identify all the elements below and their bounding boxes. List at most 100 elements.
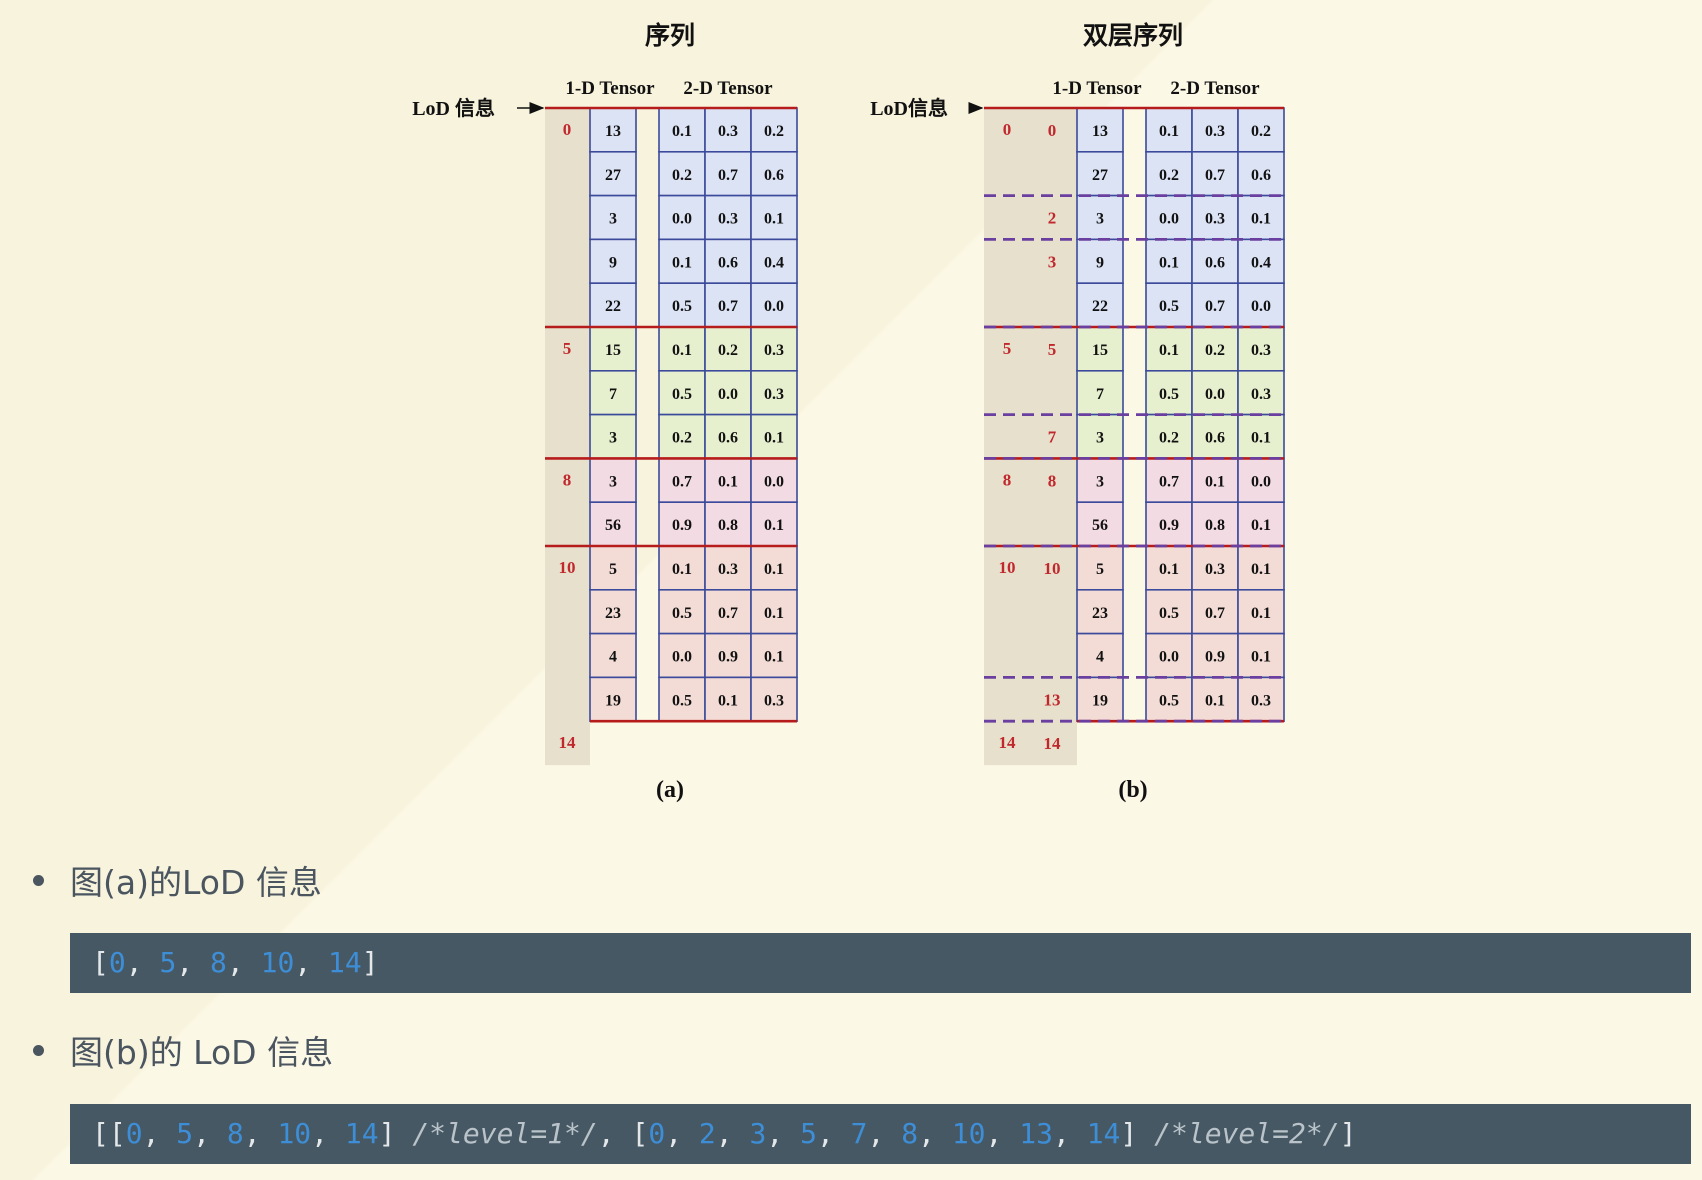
tensor-2d-value: 0.6 [718, 430, 738, 447]
code-number: 10 [277, 1117, 312, 1150]
tensor-1d-value: 27 [605, 167, 621, 184]
tensor-1d-value: 23 [1092, 605, 1108, 622]
tensor-1d-value: 4 [609, 649, 617, 666]
tensor-2d-value: 0.5 [1159, 692, 1179, 709]
lod-level2-offset: 7 [1048, 428, 1057, 447]
tensor-2d-value: 0.7 [1159, 473, 1179, 490]
tensor-1d-value: 3 [1096, 473, 1104, 490]
tensor-1d-value: 22 [605, 298, 621, 315]
tensor-2d-value: 0.1 [1159, 123, 1179, 140]
tensor-2d-value: 0.3 [718, 123, 738, 140]
tensor-2d-value: 0.8 [1205, 517, 1225, 534]
tensor-2d-value: 0.3 [764, 342, 784, 359]
tensor-2d-value: 0.3 [718, 561, 738, 578]
lod-column [545, 108, 590, 766]
lod-level1-offset: 14 [999, 733, 1017, 752]
tensor-2d-value: 0.1 [1251, 561, 1271, 578]
tensor-1d-value: 15 [605, 342, 621, 359]
lod-level1-offset: 8 [1003, 470, 1012, 489]
tensor-2d-value: 0.7 [1205, 605, 1225, 622]
tensor-1d-value: 5 [1096, 561, 1104, 578]
tensor-2d-value: 0.1 [1251, 605, 1271, 622]
tensor-2d-value: 0.3 [1251, 342, 1271, 359]
panel-caption: (b) [1118, 777, 1147, 803]
code-number: 14 [328, 946, 362, 979]
lod-offset: 10 [559, 558, 576, 577]
code-number: 13 [1019, 1117, 1053, 1150]
col1-header: 1-D Tensor [565, 78, 655, 99]
tensor-2d-value: 0.0 [672, 211, 692, 228]
col1-header: 1-D Tensor [1052, 78, 1142, 99]
tensor-1d-value: 19 [1092, 692, 1108, 709]
code-number: 5 [159, 946, 177, 979]
tensor-2d-value: 0.8 [718, 517, 738, 534]
bullet-dot-b [33, 1045, 44, 1056]
tensor-2d-value: 0.5 [672, 692, 692, 709]
lod-b-label: 图(b)的 LoD 信息 [70, 1033, 334, 1072]
code-number: 8 [226, 1117, 244, 1150]
panel-a-sequence: 序列 1-D Tensor 2-D Tensor (a) LoD 信息 13 0.1 0.3 0… [412, 21, 798, 803]
lod-level2-offset: 2 [1048, 209, 1057, 228]
code-comment: /*level=1*/ [412, 1117, 598, 1150]
tensor-2d-value: 0.0 [764, 473, 784, 490]
tensor-2d-value: 0.1 [1159, 254, 1179, 271]
tensor-2d-value: 0.5 [672, 605, 692, 622]
tensor-2d-value: 0.2 [1159, 167, 1179, 184]
tensor-2d-value: 0.0 [1251, 298, 1271, 315]
lod-level2-offset: 14 [1044, 734, 1062, 753]
tensor-1d-value: 7 [609, 386, 617, 403]
code-number: 3 [749, 1117, 767, 1150]
tensor-2d-value: 0.3 [1205, 211, 1225, 228]
code-number: 0 [648, 1117, 666, 1150]
tensor-1d-value: 4 [1096, 649, 1104, 666]
code-comment: /*level=2*/ [1154, 1117, 1340, 1150]
tensor-2d-value: 0.0 [1251, 473, 1271, 490]
lod-figure: 序列 1-D Tensor 2-D Tensor (a) LoD 信息 13 0.1 0.3 0… [412, 21, 1285, 803]
lod-a-label: 图(a)的LoD 信息 [70, 863, 322, 902]
tensor-2d-value: 0.1 [1251, 649, 1271, 666]
tensor-1d-value: 19 [605, 692, 621, 709]
tensor-1d-value: 56 [1092, 517, 1108, 534]
tensor-2d-value: 0.1 [718, 692, 738, 709]
tensor-2d-value: 0.2 [672, 430, 692, 447]
tensor-2d-value: 0.1 [764, 430, 784, 447]
tensor-2d-value: 0.2 [1159, 430, 1179, 447]
tensor-1d-value: 9 [1096, 254, 1104, 271]
tensor-2d-value: 0.0 [672, 649, 692, 666]
lod-level2-offset: 10 [1044, 559, 1061, 578]
tensor-2d-value: 0.9 [718, 649, 738, 666]
tensor-2d-value: 0.6 [1251, 167, 1271, 184]
code-number: 8 [210, 946, 227, 979]
code-number: 0 [108, 946, 126, 979]
tensor-2d-value: 0.3 [1205, 561, 1225, 578]
tensor-2d-value: 0.3 [1205, 123, 1225, 140]
tensor-2d-value: 0.5 [672, 298, 692, 315]
tensor-2d-value: 0.7 [718, 167, 738, 184]
tensor-2d-value: 0.1 [672, 254, 692, 271]
tensor-2d-value: 0.5 [1159, 605, 1179, 622]
panel-title: 序列 [645, 21, 695, 50]
tensor-1d-value: 27 [1092, 167, 1108, 184]
lod-column [984, 108, 1077, 766]
lod-info-label: LoD 信息 [412, 96, 495, 120]
lod-level2-offset: 8 [1048, 471, 1057, 490]
tensor-1d-value: 7 [1096, 386, 1104, 403]
tensor-2d-value: 0.6 [1205, 430, 1225, 447]
lod-a-code-block: [0, 5, 8, 10, 14] [70, 933, 1691, 993]
tensor-2d-value: 0.1 [718, 473, 738, 490]
tensor-2d-value: 0.9 [1205, 649, 1225, 666]
tensor-2d-value: 0.5 [672, 386, 692, 403]
tensor-1d-value: 9 [609, 254, 617, 271]
tensor-2d-value: 0.0 [1159, 211, 1179, 228]
tensor-2d-value: 0.7 [718, 605, 738, 622]
tensor-2d-value: 0.2 [718, 342, 738, 359]
tensor-2d-value: 0.3 [764, 692, 784, 709]
tensor-2d-value: 0.1 [764, 517, 784, 534]
col2-header: 2-D Tensor [683, 78, 773, 99]
tensor-2d-value: 0.1 [1251, 430, 1271, 447]
tensor-2d-value: 0.1 [1205, 473, 1225, 490]
code-number: 14 [1086, 1117, 1121, 1150]
tensor-2d-value: 0.1 [764, 649, 784, 666]
tensor-1d-value: 3 [609, 211, 617, 228]
lod-level2-offset: 0 [1048, 121, 1057, 140]
